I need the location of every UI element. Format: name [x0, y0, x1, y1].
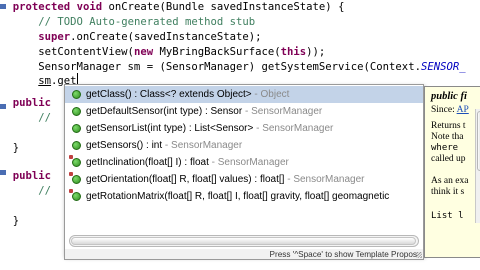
code-line[interactable]: } [0, 214, 19, 229]
public-method-icon [72, 141, 81, 150]
proposal-item[interactable]: getSensors() : int - SensorManager [65, 137, 423, 154]
proposal-signature: getClass() : Class<? extends Object> [86, 89, 252, 100]
code-line[interactable]: public [0, 96, 51, 111]
proposal-signature: getOrientation(float[] R, float[] values… [86, 174, 285, 185]
proposal-item[interactable]: getClass() : Class<? extends Object> - O… [65, 86, 423, 103]
override-marker [0, 170, 6, 175]
code-comment: // [38, 185, 52, 197]
content-assist-popup[interactable]: getClass() : Class<? extends Object> - O… [64, 84, 424, 256]
code-line[interactable]: } [0, 141, 19, 156]
proposal-declaring-type: - Object [251, 89, 290, 100]
proposal-item[interactable]: getRotationMatrix(float[] R, float[] I, … [65, 188, 423, 205]
code-text: .onCreate(savedInstanceState); [70, 31, 262, 43]
proposal-item[interactable]: getSensorList(int type) : List<Sensor> -… [65, 120, 423, 137]
scrollbar-thumb[interactable] [71, 237, 416, 245]
doc-text-line: Returns t [431, 121, 466, 131]
proposal-item[interactable]: getInclination(float[] I) : float - Sens… [65, 154, 423, 171]
code-line[interactable]: setContentView(new MyBringBackSurface(th… [0, 45, 325, 60]
public-static-method-icon [69, 155, 81, 167]
proposal-item[interactable]: getOrientation(float[] R, float[] values… [65, 171, 423, 188]
doc-vertical-scrollbar[interactable] [475, 109, 480, 223]
javadoc-popup[interactable]: public fi Since: AP Returns t Note tha whe… [424, 86, 480, 258]
proposal-declaring-type: - SensorManager [162, 140, 243, 151]
public-method-icon [72, 124, 81, 133]
public-method-icon [72, 107, 81, 116]
breakpoint-marker [0, 4, 6, 9]
code-keyword: super [38, 31, 71, 43]
code-comment: // TODO Auto-generated method stub [38, 16, 256, 28]
doc-text-line: where [431, 143, 459, 153]
code-comment: // [38, 112, 52, 124]
horizontal-scrollbar[interactable] [69, 235, 419, 247]
proposal-signature: getDefaultSensor(int type) : Sensor [86, 106, 243, 117]
code-line[interactable]: protected void onCreate(Bundle savedInst… [0, 0, 345, 15]
code-keyword: void [76, 1, 103, 13]
code-text: SensorManager sm = (SensorManager) getSy… [0, 61, 421, 73]
proposal-declaring-type: - SensorManager [208, 157, 289, 168]
doc-text-line: Note tha [431, 132, 464, 142]
doc-title: public fi [431, 91, 467, 102]
code-line[interactable]: // [0, 111, 51, 126]
code-text: onCreate(Bundle savedInstanceState) { [102, 1, 345, 13]
doc-api-link[interactable]: AP [457, 105, 469, 115]
code-line[interactable]: // TODO Auto-generated method stub [0, 15, 255, 30]
code-keyword: public [12, 97, 52, 109]
code-field: SENSOR_ [420, 61, 466, 73]
code-line[interactable]: super.onCreate(savedInstanceState); [0, 30, 262, 45]
code-line[interactable]: // [0, 184, 51, 199]
code-line[interactable]: public [0, 169, 51, 184]
code-keyword: this [280, 46, 307, 58]
code-text: sm [38, 75, 52, 87]
resize-grip-icon[interactable] [416, 252, 422, 258]
override-marker [0, 104, 6, 109]
code-text: setContentView( [0, 46, 134, 58]
doc-text-line: think it s [431, 187, 465, 197]
proposal-declaring-type: - SensorManager [253, 123, 334, 134]
proposal-declaring-type: - SensorManager [242, 106, 323, 117]
proposal-item[interactable]: getDefaultSensor(int type) : Sensor - Se… [65, 103, 423, 120]
proposal-signature: getInclination(float[] I) : float [86, 157, 209, 168]
proposal-signature: getSensorList(int type) : List<Sensor> [86, 123, 254, 134]
public-method-icon [72, 90, 81, 99]
code-text: )); [306, 46, 326, 58]
public-static-method-icon [69, 189, 81, 201]
code-keyword: new [133, 46, 154, 58]
proposal-declaring-type: - SensorManager [284, 174, 365, 185]
code-text: } [0, 215, 20, 227]
status-text: Press '^Space' to show Template Propos [269, 250, 417, 259]
doc-text-line: called up [431, 154, 466, 164]
doc-text-line: As an exa [431, 176, 469, 186]
doc-text-line: List l [431, 211, 464, 221]
content-assist-status: Press '^Space' to show Template Propos [64, 249, 424, 260]
code-text: } [0, 142, 20, 154]
code-text: MyBringBackSurface( [153, 46, 281, 58]
doc-since: Since: AP [431, 105, 469, 116]
code-keyword: protected [12, 1, 71, 13]
proposal-signature: getRotationMatrix(float[] R, float[] I, … [86, 191, 390, 202]
code-keyword: public [12, 170, 52, 182]
proposal-list[interactable]: getClass() : Class<? extends Object> - O… [65, 86, 423, 232]
public-static-method-icon [69, 172, 81, 184]
doc-since-label: Since: [431, 105, 457, 115]
proposal-signature: getSensors() : int [86, 140, 163, 151]
